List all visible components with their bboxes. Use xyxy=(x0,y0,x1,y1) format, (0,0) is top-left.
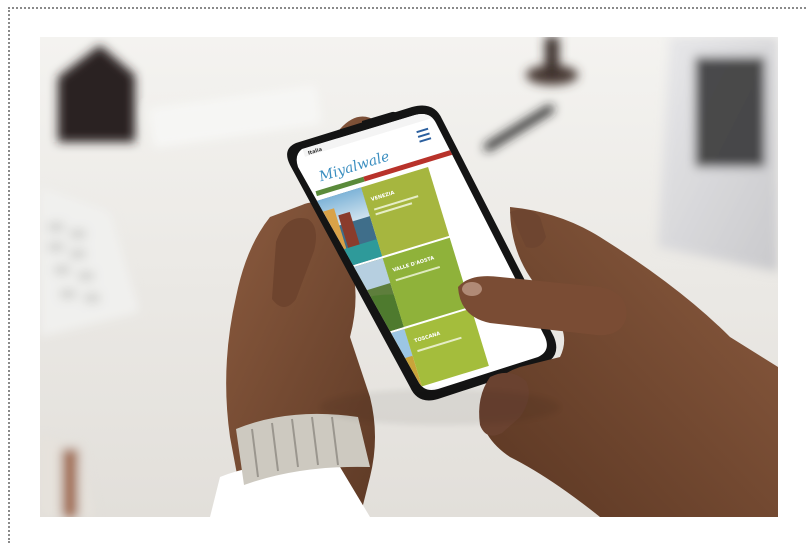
scene: Italia Miyalwale VENEZIA VALLE D'AOSTA T… xyxy=(40,37,778,517)
photo: Italia Miyalwale VENEZIA VALLE D'AOSTA T… xyxy=(40,37,778,517)
